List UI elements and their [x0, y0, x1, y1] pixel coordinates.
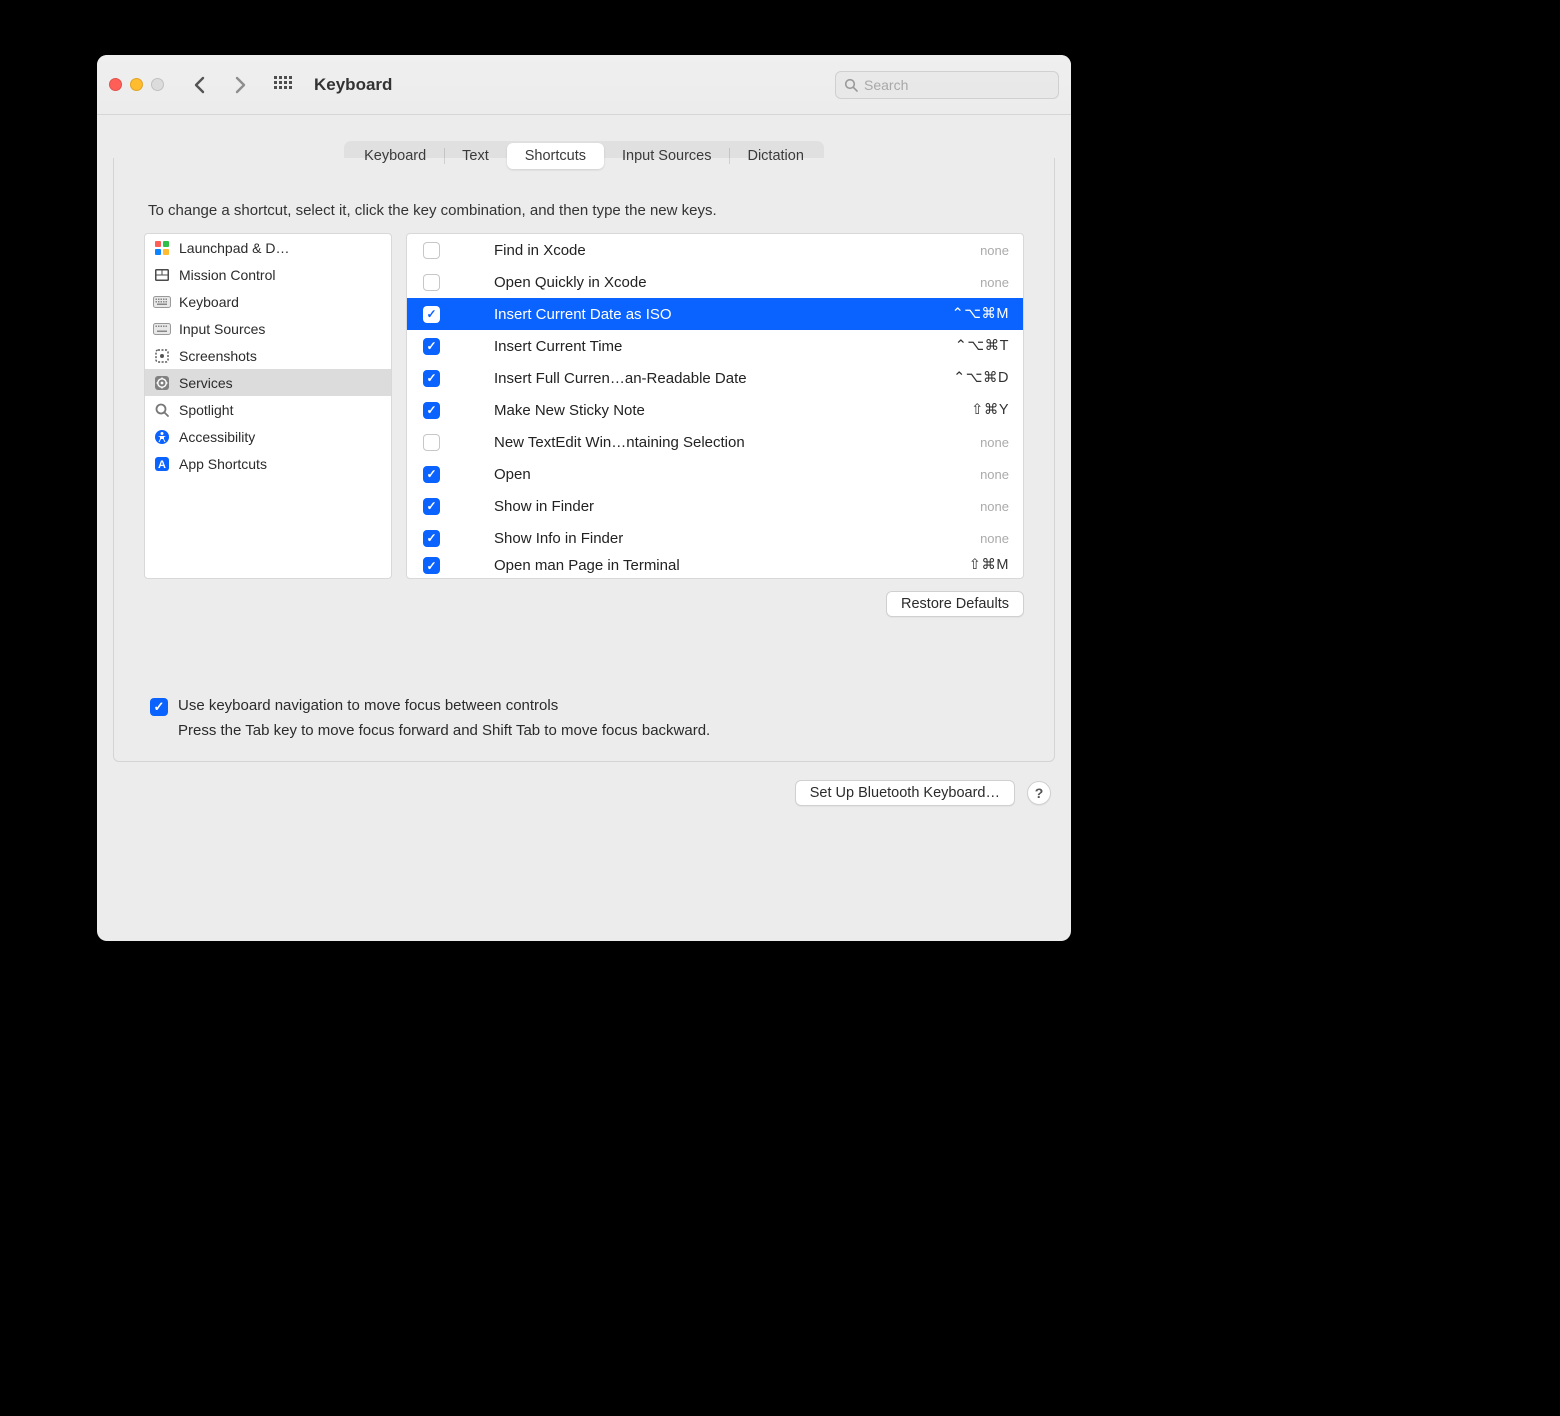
shortcut-row[interactable]: Find in Xcode none: [407, 234, 1023, 266]
titlebar: Keyboard: [97, 55, 1071, 115]
forward-button[interactable]: [224, 69, 256, 101]
close-window-button[interactable]: [109, 78, 122, 91]
search-input[interactable]: [864, 77, 1050, 93]
shortcut-checkbox[interactable]: [423, 274, 440, 291]
shortcut-checkbox[interactable]: [423, 402, 440, 419]
shortcut-checkbox[interactable]: [423, 498, 440, 515]
page-title: Keyboard: [314, 75, 392, 95]
preferences-window: Keyboard Keyboard Text Shortcuts Input S…: [97, 55, 1071, 941]
keyboard-icon: [153, 293, 171, 311]
launchpad-icon: [153, 239, 171, 257]
keyboard-navigation-checkbox[interactable]: [150, 698, 168, 716]
zoom-window-button[interactable]: [151, 78, 164, 91]
app-shortcuts-icon: A: [153, 455, 171, 473]
shortcut-row[interactable]: Make New Sticky Note ⇧⌘Y: [407, 394, 1023, 426]
category-mission-control[interactable]: Mission Control: [145, 261, 391, 288]
services-icon: [153, 374, 171, 392]
category-list[interactable]: Launchpad & D… Mission Control Keyboard: [144, 233, 392, 579]
tab-dictation[interactable]: Dictation: [729, 143, 821, 169]
shortcut-checkbox[interactable]: [423, 557, 440, 574]
show-all-icon[interactable]: [270, 72, 296, 98]
category-launchpad[interactable]: Launchpad & D…: [145, 234, 391, 261]
instruction-text: To change a shortcut, select it, click t…: [148, 202, 1024, 219]
shortcut-row[interactable]: Open man Page in Terminal ⇧⌘M: [407, 554, 1023, 577]
screenshots-icon: [153, 347, 171, 365]
shortcut-row[interactable]: New TextEdit Win…ntaining Selection none: [407, 426, 1023, 458]
search-icon: [844, 78, 858, 92]
shortcut-row[interactable]: Insert Current Time ⌃⌥⌘T: [407, 330, 1023, 362]
shortcut-checkbox[interactable]: [423, 530, 440, 547]
mission-control-icon: [153, 266, 171, 284]
content-area: To change a shortcut, select it, click t…: [113, 158, 1055, 762]
setup-bluetooth-keyboard-button[interactable]: Set Up Bluetooth Keyboard…: [795, 780, 1015, 806]
back-button[interactable]: [184, 69, 216, 101]
tab-input-sources[interactable]: Input Sources: [604, 143, 729, 169]
shortcut-checkbox[interactable]: [423, 242, 440, 259]
category-app-shortcuts[interactable]: A App Shortcuts: [145, 450, 391, 477]
shortcut-checkbox[interactable]: [423, 434, 440, 451]
category-spotlight[interactable]: Spotlight: [145, 396, 391, 423]
shortcut-checkbox[interactable]: [423, 306, 440, 323]
input-sources-icon: [153, 320, 171, 338]
shortcut-row[interactable]: Open Quickly in Xcode none: [407, 266, 1023, 298]
category-screenshots[interactable]: Screenshots: [145, 342, 391, 369]
shortcut-row[interactable]: Open none: [407, 458, 1023, 490]
shortcut-checkbox[interactable]: [423, 370, 440, 387]
shortcut-row-selected[interactable]: Insert Current Date as ISO ⌃⌥⌘M: [407, 298, 1023, 330]
tab-text[interactable]: Text: [444, 143, 507, 169]
tab-keyboard[interactable]: Keyboard: [346, 143, 444, 169]
search-field[interactable]: [835, 71, 1059, 99]
footer: Set Up Bluetooth Keyboard… ?: [97, 780, 1071, 828]
category-accessibility[interactable]: Accessibility: [145, 423, 391, 450]
category-services[interactable]: Services: [145, 369, 391, 396]
tab-shortcuts[interactable]: Shortcuts: [507, 143, 604, 169]
shortcut-row[interactable]: Show in Finder none: [407, 490, 1023, 522]
help-button[interactable]: ?: [1027, 781, 1051, 805]
shortcut-checkbox[interactable]: [423, 338, 440, 355]
shortcut-row[interactable]: Insert Full Curren…an-Readable Date ⌃⌥⌘D: [407, 362, 1023, 394]
minimize-window-button[interactable]: [130, 78, 143, 91]
shortcut-checkbox[interactable]: [423, 466, 440, 483]
window-controls: [109, 78, 164, 91]
shortcut-row[interactable]: Show Info in Finder none: [407, 522, 1023, 554]
accessibility-icon: [153, 428, 171, 446]
category-input-sources[interactable]: Input Sources: [145, 315, 391, 342]
svg-text:A: A: [158, 459, 166, 471]
keyboard-navigation-option: Use keyboard navigation to move focus be…: [150, 697, 1024, 739]
restore-defaults-button[interactable]: Restore Defaults: [886, 591, 1024, 617]
spotlight-icon: [153, 401, 171, 419]
category-keyboard[interactable]: Keyboard: [145, 288, 391, 315]
shortcut-list[interactable]: Find in Xcode none Open Quickly in Xcode…: [406, 233, 1024, 579]
